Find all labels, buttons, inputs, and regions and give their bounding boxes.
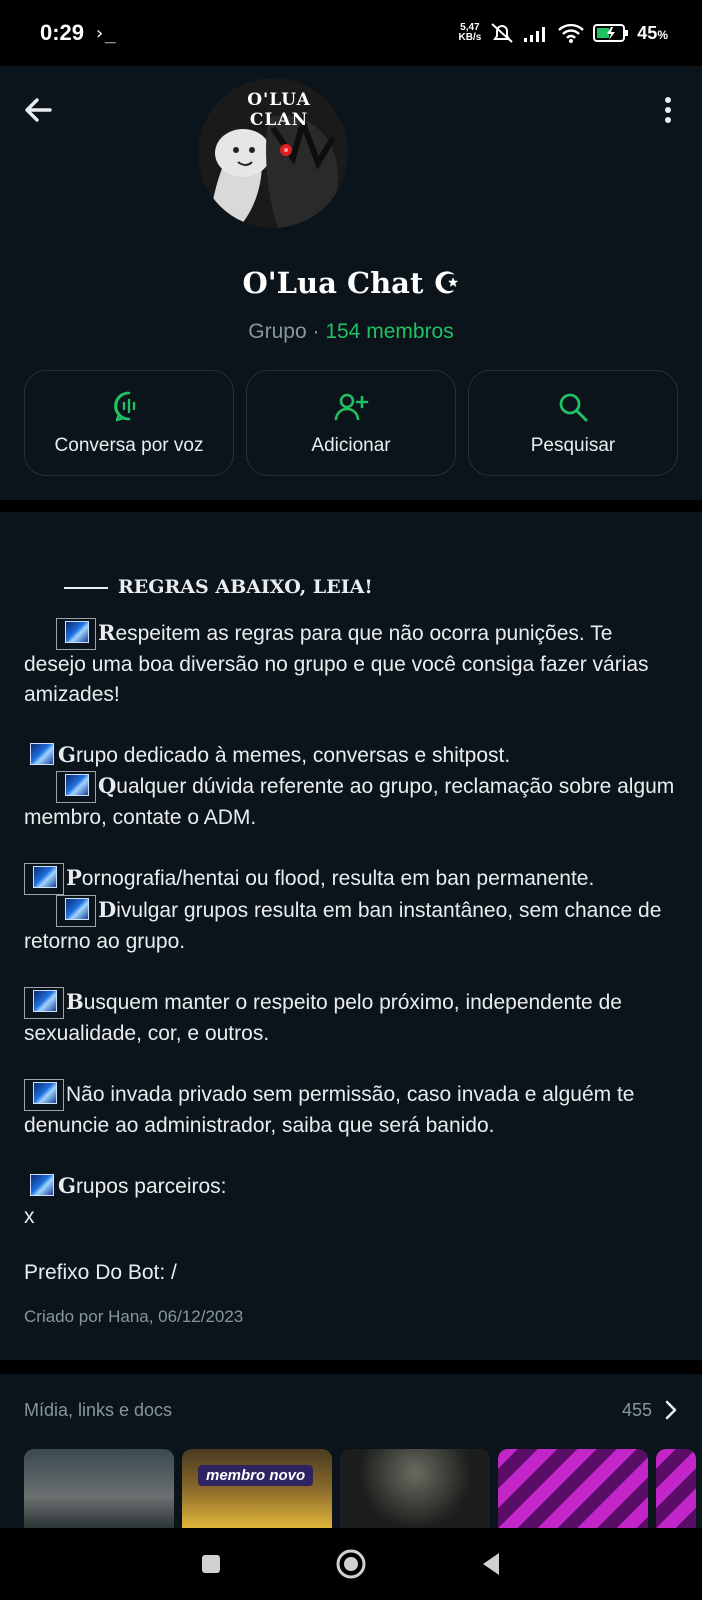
voice-chat-icon	[114, 391, 136, 422]
terminal-icon: ›_	[94, 22, 116, 44]
sparkle-bullet-icon	[24, 1079, 64, 1111]
signal-icon	[524, 27, 546, 42]
sparkle-bullet-icon	[56, 895, 96, 927]
network-speed: 5,47 KB/s	[458, 22, 482, 43]
recents-icon[interactable]	[199, 1552, 223, 1576]
voice-chat-label: Conversa por voz	[54, 435, 204, 456]
status-time: 0:29	[40, 20, 85, 45]
sparkle-bullet-icon	[30, 743, 54, 765]
home-icon[interactable]	[335, 1548, 367, 1580]
more-options-icon[interactable]	[656, 92, 680, 128]
title-dash	[64, 587, 108, 589]
battery-icon	[593, 24, 629, 42]
group-meta: Grupo · 154 membros	[0, 320, 702, 344]
battery-percent: 45%	[637, 22, 668, 43]
bot-prefix: Prefixo Do Bot: /	[24, 1261, 177, 1284]
media-label: Mídia, links e docs	[24, 1400, 173, 1420]
add-person-icon	[334, 393, 369, 421]
rule-private: Não invada privado sem permissão, caso i…	[24, 1079, 678, 1141]
media-count: 455	[621, 1400, 652, 1420]
media-thumbnail[interactable]	[340, 1449, 490, 1529]
avatar-caption: O'LUA CLAN	[247, 90, 311, 130]
group-type: Grupo	[248, 320, 307, 343]
sparkle-bullet-icon	[24, 863, 64, 895]
media-thumbnail[interactable]: membro novo	[182, 1449, 332, 1529]
media-links-docs[interactable]: Mídia, links e docs 455 membro novo	[0, 1374, 702, 1529]
back-triangle-icon[interactable]	[479, 1551, 503, 1577]
sparkle-bullet-icon	[24, 987, 64, 1019]
meta-separator: ·	[312, 320, 320, 343]
search-button[interactable]: Pesquisar	[468, 370, 678, 476]
action-row: Conversa por voz Adicionar Pesquisar	[24, 370, 678, 476]
rule-welcome: Respeitem as regras para que não ocorra …	[24, 618, 649, 706]
thumbnail-caption: membro novo	[198, 1465, 314, 1486]
sparkle-bullet-icon	[30, 1174, 54, 1196]
group-header: O'LUA CLAN O'Lua Chat ☪ Grupo · 154 memb…	[0, 66, 702, 500]
rules-title: REGRAS ABAIXO, LEIA!	[24, 576, 678, 598]
search-icon	[559, 393, 588, 422]
group-description: REGRAS ABAIXO, LEIA! Respeitem as regras…	[0, 512, 702, 1360]
back-arrow-icon[interactable]	[20, 92, 56, 128]
media-thumbnail[interactable]	[656, 1449, 696, 1529]
chevron-right-icon[interactable]	[662, 1398, 680, 1422]
group-name[interactable]: O'Lua Chat ☪	[0, 266, 702, 300]
rule-group-purpose: Grupo dedicado à memes, conversas e shit…	[24, 742, 675, 829]
muted-bell-icon	[491, 23, 513, 43]
system-nav-bar	[0, 1528, 702, 1600]
voice-chat-button[interactable]: Conversa por voz	[24, 370, 234, 476]
sparkle-bullet-icon	[56, 771, 96, 803]
members-count[interactable]: 154 membros	[325, 320, 453, 343]
add-member-button[interactable]: Adicionar	[246, 370, 456, 476]
add-member-label: Adicionar	[311, 435, 391, 456]
search-label: Pesquisar	[530, 435, 616, 456]
created-by: Criado por Hana, 06/12/2023	[24, 1307, 244, 1326]
partner-groups: Grupos parceiros: x	[24, 1173, 227, 1228]
sparkle-bullet-icon	[56, 618, 96, 650]
rule-bans: Pornografia/hentai ou flood, resulta em …	[24, 863, 662, 953]
status-bar: 0:29 ›_ 5,47 KB/s 45%	[0, 0, 702, 66]
wifi-icon	[558, 23, 585, 43]
rule-respect: Busquem manter o respeito pelo próximo, …	[24, 987, 622, 1045]
media-thumbnails: membro novo	[24, 1449, 696, 1529]
media-thumbnail[interactable]	[498, 1449, 648, 1529]
media-thumbnail[interactable]	[24, 1449, 174, 1529]
